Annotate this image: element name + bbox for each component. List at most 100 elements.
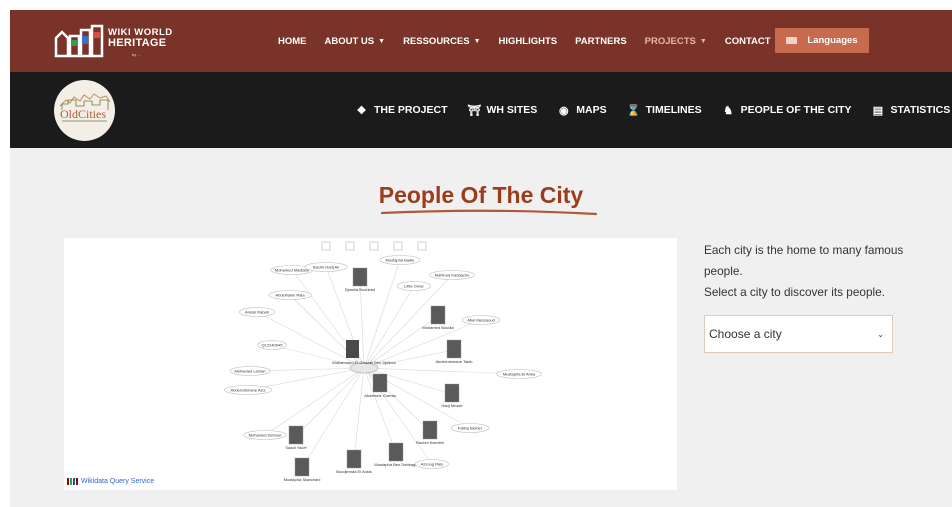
hourglass-icon: ⌛ <box>626 104 641 117</box>
heritage-buildings-icon <box>54 24 104 58</box>
graph-node[interactable]: Q12240945 <box>257 340 287 350</box>
wikidata-query-service-link[interactable]: Wikidata Query Service <box>67 478 154 485</box>
graph-node[interactable]: Little Omar <box>397 281 431 291</box>
nav-about-us[interactable]: ABOUT US ▼ <box>325 36 386 47</box>
oldcities-logo-text: OldCities <box>60 107 107 121</box>
graph-toolbar-icon[interactable] <box>417 241 427 251</box>
node-label: Djamila Bouhired <box>345 287 375 292</box>
node-label: Mohammed El-Ghazali Ben Djelloul <box>332 360 395 365</box>
users-icon: ♞ <box>723 104 734 117</box>
info-icon: ❖ <box>356 104 367 117</box>
graph-toolbar-icon[interactable] <box>369 241 379 251</box>
languages-button[interactable]: Languages <box>775 28 869 53</box>
node-label: Mohamed Lamari <box>234 369 265 374</box>
node-label: Boudjemaa El Ankis <box>336 469 372 474</box>
node-label: Azzoug Rais <box>421 462 443 467</box>
nav-ressources[interactable]: RESSOURCES ▼ <box>403 36 480 47</box>
graph-node[interactable]: Abel Messaoud <box>461 315 501 325</box>
subnav-statistics[interactable]: ▤ STATISTICS <box>872 104 951 117</box>
graph-node[interactable]: Mustapha Ben Debbagh <box>374 442 418 467</box>
chevron-down-icon: ▼ <box>699 37 707 45</box>
chevron-down-icon: ▼ <box>378 37 386 45</box>
nav-projects-label: PROJECTS <box>644 35 696 47</box>
nav-home-label: HOME <box>278 35 307 47</box>
node-label: Little Omar <box>404 284 424 289</box>
graph-node[interactable]: Mustapha Skandrani <box>284 457 321 482</box>
people-network-graph[interactable]: Mohamed MadianeBachir Hadj Ali Mustapha B… <box>64 238 677 490</box>
graph-node[interactable]: Rachid Ksentini <box>416 420 444 445</box>
graph-edge <box>363 285 415 369</box>
wiki-world-heritage-logo[interactable]: WIKI WORLD HERITAGE by ... <box>52 24 177 60</box>
graph-node[interactable]: Mahfoud Kaddache <box>429 270 475 280</box>
graph-toolbar-icon[interactable] <box>345 241 355 251</box>
people-graph-panel[interactable]: Mohamed Madiane Bachir Hadj Ali Mustapha B… <box>64 238 677 490</box>
graph-node[interactable]: Mohamed Lamari <box>229 366 271 376</box>
subnav-maps-label: MAPS <box>576 104 607 116</box>
nav-highlights[interactable]: HIGHLIGHTS <box>499 36 558 47</box>
top-header: WIKI WORLD HERITAGE by ... HOME ABOUT US… <box>10 10 952 72</box>
subnav-statistics-label: STATISTICS <box>890 104 951 116</box>
graph-node[interactable]: Abdelaziz Guenta <box>364 373 397 398</box>
graph-toolbar-icon[interactable] <box>321 241 331 251</box>
graph-node[interactable]: Mustapha Badie <box>379 255 421 265</box>
node-label: Abel Messaoud <box>467 318 495 323</box>
node-label: Mustapha El Anka <box>503 372 536 377</box>
node-label: Abdelaziz Guenta <box>364 393 396 398</box>
graph-edge <box>363 367 520 375</box>
subnav-the-project[interactable]: ❖ THE PROJECT <box>355 104 448 117</box>
node-label: Q12240945 <box>262 343 284 348</box>
chevron-down-icon: ▼ <box>473 37 481 45</box>
nav-home[interactable]: HOME <box>278 36 307 47</box>
node-label: Aréski Rabah <box>245 310 269 315</box>
graph-node[interactable]: Saadi Yacef <box>285 425 307 450</box>
node-label: Fatiha Berber <box>458 426 483 431</box>
graph-toolbar-icon[interactable] <box>393 241 403 251</box>
graph-node[interactable]: Abdelhalim Raia <box>268 290 312 300</box>
graph-node[interactable]: Djamila Bouhired <box>345 267 375 292</box>
node-label: Mustapha Badie <box>386 258 416 263</box>
subnav-timelines[interactable]: ⌛ TIMELINES <box>627 104 702 117</box>
person-photo <box>288 425 304 445</box>
graph-node[interactable]: Mohamed Zerbout <box>243 430 287 440</box>
graph-node[interactable]: Abderrahmane Aziz <box>224 385 272 395</box>
graph-node[interactable]: Abderrahmane Taleb <box>435 339 473 364</box>
graph-node[interactable]: Aréski Rabah <box>238 307 276 317</box>
node-label: Abderrahmane Aziz <box>231 388 266 393</box>
nav-highlights-label: HIGHLIGHTS <box>498 35 558 47</box>
graph-node[interactable]: Mohamed Boudia <box>422 305 454 330</box>
subnav-people-of-the-city-label: PEOPLE OF THE CITY <box>740 104 852 116</box>
node-label: Mohamed Boudia <box>422 325 454 330</box>
nav-projects[interactable]: PROJECTS ▼ <box>645 36 707 47</box>
node-label: Mustapha Skandrani <box>284 477 321 482</box>
subnav-maps[interactable]: ◉ MAPS <box>557 104 607 117</box>
nav-partners[interactable]: PARTNERS <box>575 36 627 47</box>
city-select-value: Choose a city <box>709 327 782 341</box>
graph-node[interactable]: Mustapha El Anka <box>496 369 542 379</box>
intro-text: Each city is the home to many famous peo… <box>704 240 914 303</box>
graph-node[interactable]: Boudjemaa El Ankis <box>336 449 372 474</box>
main-navigation: HOME ABOUT US ▼ RESSOURCES ▼ HIGHLIGHTS PA… <box>278 10 789 72</box>
person-photo <box>346 449 362 469</box>
node-label: Bachir Hadj Ali <box>313 265 339 270</box>
node-label: Abderrahmane Taleb <box>435 359 473 364</box>
subnav-wh-sites[interactable]: ⛩ WH SITES <box>468 104 538 117</box>
graph-edge <box>295 367 365 437</box>
graph-node[interactable]: Hadj Mrizek <box>441 383 463 408</box>
person-photo <box>444 383 460 403</box>
subnav-people-of-the-city[interactable]: ♞ PEOPLE OF THE CITY <box>722 104 852 117</box>
monument-icon: ⛩ <box>467 104 482 117</box>
language-flag-icon <box>786 37 798 44</box>
intro-line-2: Select a city to discover its people. <box>704 285 885 299</box>
city-select[interactable]: Choose a city ⌄ <box>704 315 893 353</box>
person-photo <box>372 373 388 393</box>
person-photo <box>346 340 359 358</box>
chart-icon: ▤ <box>872 104 884 117</box>
main-content: People Of The City Mohamed Madiane Bachir… <box>10 148 952 507</box>
nav-contact[interactable]: CONTACT <box>725 36 771 47</box>
graph-node[interactable]: Fatiha Berber <box>450 423 490 433</box>
wikidata-credit: Wikidata Query Service <box>81 478 155 485</box>
node-label: Mohamed Madiane <box>275 268 310 273</box>
graph-node[interactable]: Bachir Hadj Ali <box>304 262 348 272</box>
oldcities-logo[interactable]: OldCities <box>54 80 115 141</box>
graph-node[interactable]: Azzoug Rais <box>415 459 449 469</box>
